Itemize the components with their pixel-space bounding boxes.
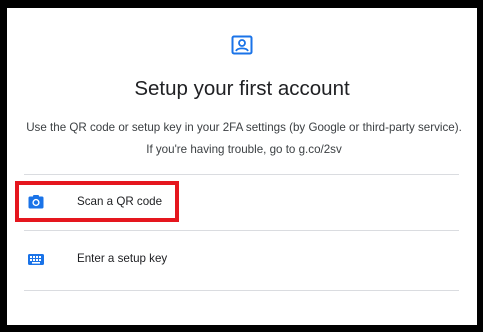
page-title: Setup your first account xyxy=(134,77,350,100)
account-box-icon xyxy=(231,35,253,55)
scan-qr-code-option[interactable]: Scan a QR code xyxy=(17,181,459,225)
divider xyxy=(24,174,459,175)
divider xyxy=(24,290,459,291)
divider xyxy=(24,230,459,231)
camera-icon xyxy=(28,195,44,209)
setup-description: Use the QR code or setup key in your 2FA… xyxy=(26,121,462,156)
enter-setup-key-label: Enter a setup key xyxy=(77,252,168,265)
setup-account-screen: Setup your first account Use the QR code… xyxy=(7,8,477,325)
keyboard-icon xyxy=(28,254,44,265)
enter-setup-key-option[interactable]: Enter a setup key xyxy=(17,238,459,282)
scan-qr-code-label: Scan a QR code xyxy=(77,195,163,208)
